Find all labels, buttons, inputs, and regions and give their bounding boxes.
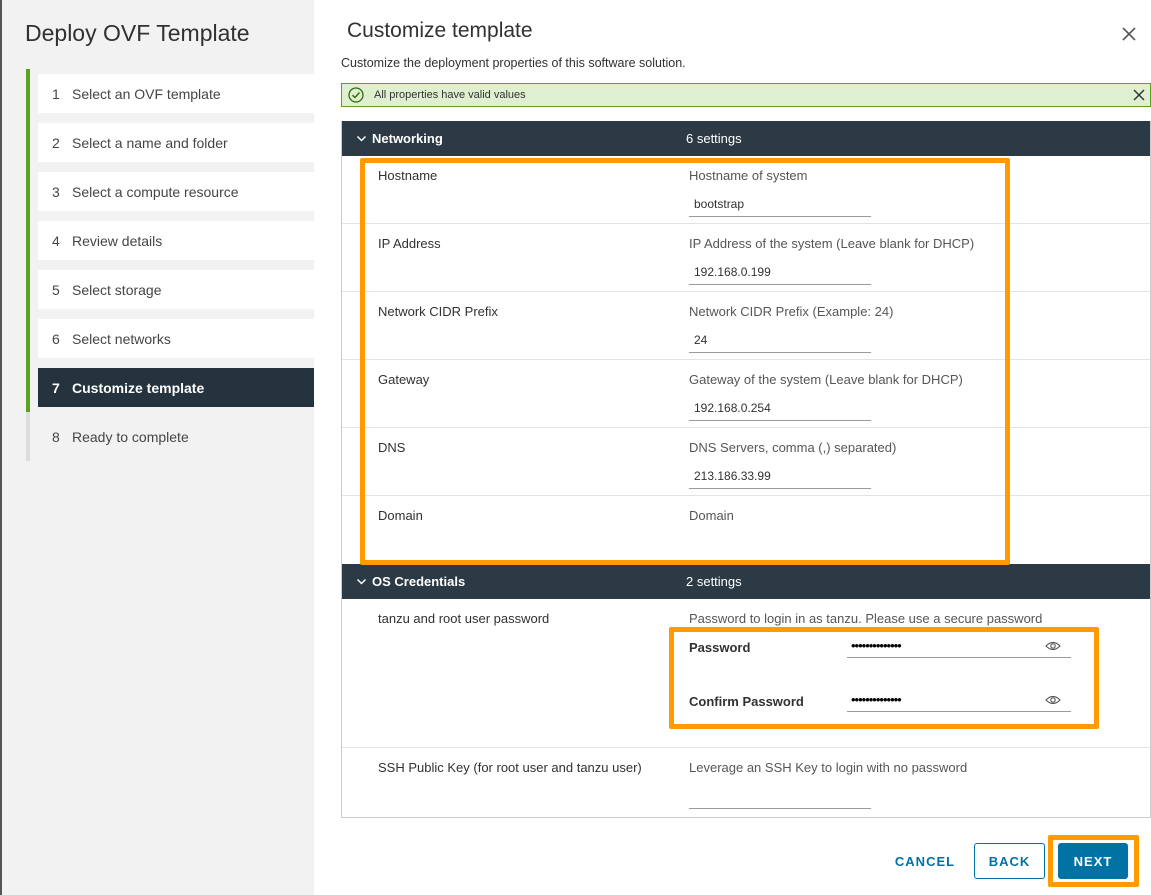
step-number: 6 bbox=[52, 330, 60, 347]
group-count: 2 settings bbox=[686, 574, 742, 589]
password-value: •••••••••••••• bbox=[851, 638, 902, 653]
alert-close-icon[interactable] bbox=[1132, 88, 1146, 102]
step-number: 7 bbox=[52, 379, 60, 396]
success-alert: All properties have valid values bbox=[341, 83, 1151, 107]
dns-input[interactable] bbox=[689, 463, 871, 489]
wizard-steps-pending: 8 Ready to complete bbox=[26, 412, 314, 461]
gateway-input[interactable] bbox=[689, 395, 871, 421]
wizard-steps-completed: 1 Select an OVF template 2 Select a name a… bbox=[26, 69, 314, 412]
group-name: OS Credentials bbox=[372, 574, 466, 589]
close-icon[interactable] bbox=[1119, 24, 1139, 44]
step-label: Customize template bbox=[72, 379, 205, 396]
ssh-key-input[interactable] bbox=[689, 783, 871, 809]
property-desc: Leverage an SSH Key to login with no pas… bbox=[689, 760, 968, 775]
step-number: 5 bbox=[52, 281, 60, 298]
step-label: Ready to complete bbox=[72, 428, 189, 445]
property-desc: IP Address of the system (Leave blank fo… bbox=[689, 236, 975, 251]
confirm-password-label: Confirm Password bbox=[689, 694, 804, 709]
step-3[interactable]: 3 Select a compute resource bbox=[30, 167, 314, 216]
cancel-button[interactable]: CANCEL bbox=[887, 843, 963, 879]
wizard-sidebar: Deploy OVF Template 1 Select an OVF templ… bbox=[2, 0, 314, 895]
row-hostname: Hostname Hostname of system bbox=[342, 156, 1150, 224]
property-label: Domain bbox=[378, 508, 423, 523]
property-label: DNS bbox=[378, 440, 406, 455]
property-label: Hostname bbox=[378, 168, 438, 183]
group-name: Networking bbox=[372, 131, 443, 146]
step-6[interactable]: 6 Select networks bbox=[30, 314, 314, 363]
step-1[interactable]: 1 Select an OVF template bbox=[30, 69, 314, 118]
step-label: Select networks bbox=[72, 330, 171, 347]
check-circle-icon bbox=[348, 87, 364, 103]
row-cidr-prefix: Network CIDR Prefix Network CIDR Prefix … bbox=[342, 292, 1150, 360]
wizard-title: Deploy OVF Template bbox=[25, 20, 250, 46]
os-credentials-group-header[interactable]: OS Credentials 2 settings bbox=[342, 564, 1150, 599]
eye-icon[interactable] bbox=[1045, 694, 1061, 706]
step-number: 8 bbox=[52, 428, 60, 445]
next-button[interactable]: NEXT bbox=[1058, 843, 1128, 879]
step-label: Select storage bbox=[72, 281, 162, 298]
property-label: IP Address bbox=[378, 236, 441, 251]
confirm-password-input[interactable]: •••••••••••••• bbox=[847, 690, 1071, 712]
row-password: tanzu and root user password Password to… bbox=[342, 599, 1150, 748]
confirm-password-value: •••••••••••••• bbox=[851, 692, 902, 707]
step-number: 2 bbox=[52, 134, 60, 151]
step-8[interactable]: 8 Ready to complete bbox=[30, 412, 314, 461]
chevron-down-icon bbox=[356, 135, 367, 142]
property-label: SSH Public Key (for root user and tanzu … bbox=[378, 760, 642, 775]
password-label: Password bbox=[689, 640, 751, 655]
step-number: 4 bbox=[52, 232, 60, 249]
property-desc: Network CIDR Prefix (Example: 24) bbox=[689, 304, 894, 319]
step-label: Select a name and folder bbox=[72, 134, 228, 151]
back-button[interactable]: BACK bbox=[974, 843, 1045, 879]
step-4[interactable]: 4 Review details bbox=[30, 216, 314, 265]
row-ssh-key: SSH Public Key (for root user and tanzu … bbox=[342, 748, 1150, 817]
property-label: tanzu and root user password bbox=[378, 611, 550, 626]
row-gateway: Gateway Gateway of the system (Leave bla… bbox=[342, 360, 1150, 428]
chevron-down-icon bbox=[356, 578, 367, 585]
step-5[interactable]: 5 Select storage bbox=[30, 265, 314, 314]
properties-panel: Networking 6 settings Hostname Hostname … bbox=[341, 121, 1151, 818]
group-count: 6 settings bbox=[686, 131, 742, 146]
property-desc: Domain bbox=[689, 508, 734, 523]
step-2[interactable]: 2 Select a name and folder bbox=[30, 118, 314, 167]
page-title: Customize template bbox=[347, 19, 533, 42]
property-desc: Gateway of the system (Leave blank for D… bbox=[689, 372, 963, 387]
alert-text: All properties have valid values bbox=[374, 89, 526, 101]
hostname-input[interactable] bbox=[689, 191, 871, 217]
step-number: 3 bbox=[52, 183, 60, 200]
ip-address-input[interactable] bbox=[689, 259, 871, 285]
eye-icon[interactable] bbox=[1045, 640, 1061, 652]
step-label: Review details bbox=[72, 232, 163, 249]
cidr-prefix-input[interactable] bbox=[689, 327, 871, 353]
property-desc: DNS Servers, comma (,) separated) bbox=[689, 440, 897, 455]
password-input[interactable]: •••••••••••••• bbox=[847, 636, 1071, 658]
property-label: Gateway bbox=[378, 372, 430, 387]
step-7-active[interactable]: 7 Customize template bbox=[30, 363, 314, 412]
step-label: Select a compute resource bbox=[72, 183, 239, 200]
property-desc: Password to login in as tanzu. Please us… bbox=[689, 611, 1043, 626]
row-domain: Domain Domain bbox=[342, 496, 1150, 564]
row-ip-address: IP Address IP Address of the system (Lea… bbox=[342, 224, 1150, 292]
wizard-main: Customize template Customize the deploym… bbox=[314, 0, 1151, 895]
step-label: Select an OVF template bbox=[72, 85, 221, 102]
page-subtitle: Customize the deployment properties of t… bbox=[341, 56, 686, 70]
property-desc: Hostname of system bbox=[689, 168, 808, 183]
property-label: Network CIDR Prefix bbox=[378, 304, 498, 319]
step-number: 1 bbox=[52, 85, 60, 102]
row-dns: DNS DNS Servers, comma (,) separated) bbox=[342, 428, 1150, 496]
networking-group-header[interactable]: Networking 6 settings bbox=[342, 121, 1150, 156]
